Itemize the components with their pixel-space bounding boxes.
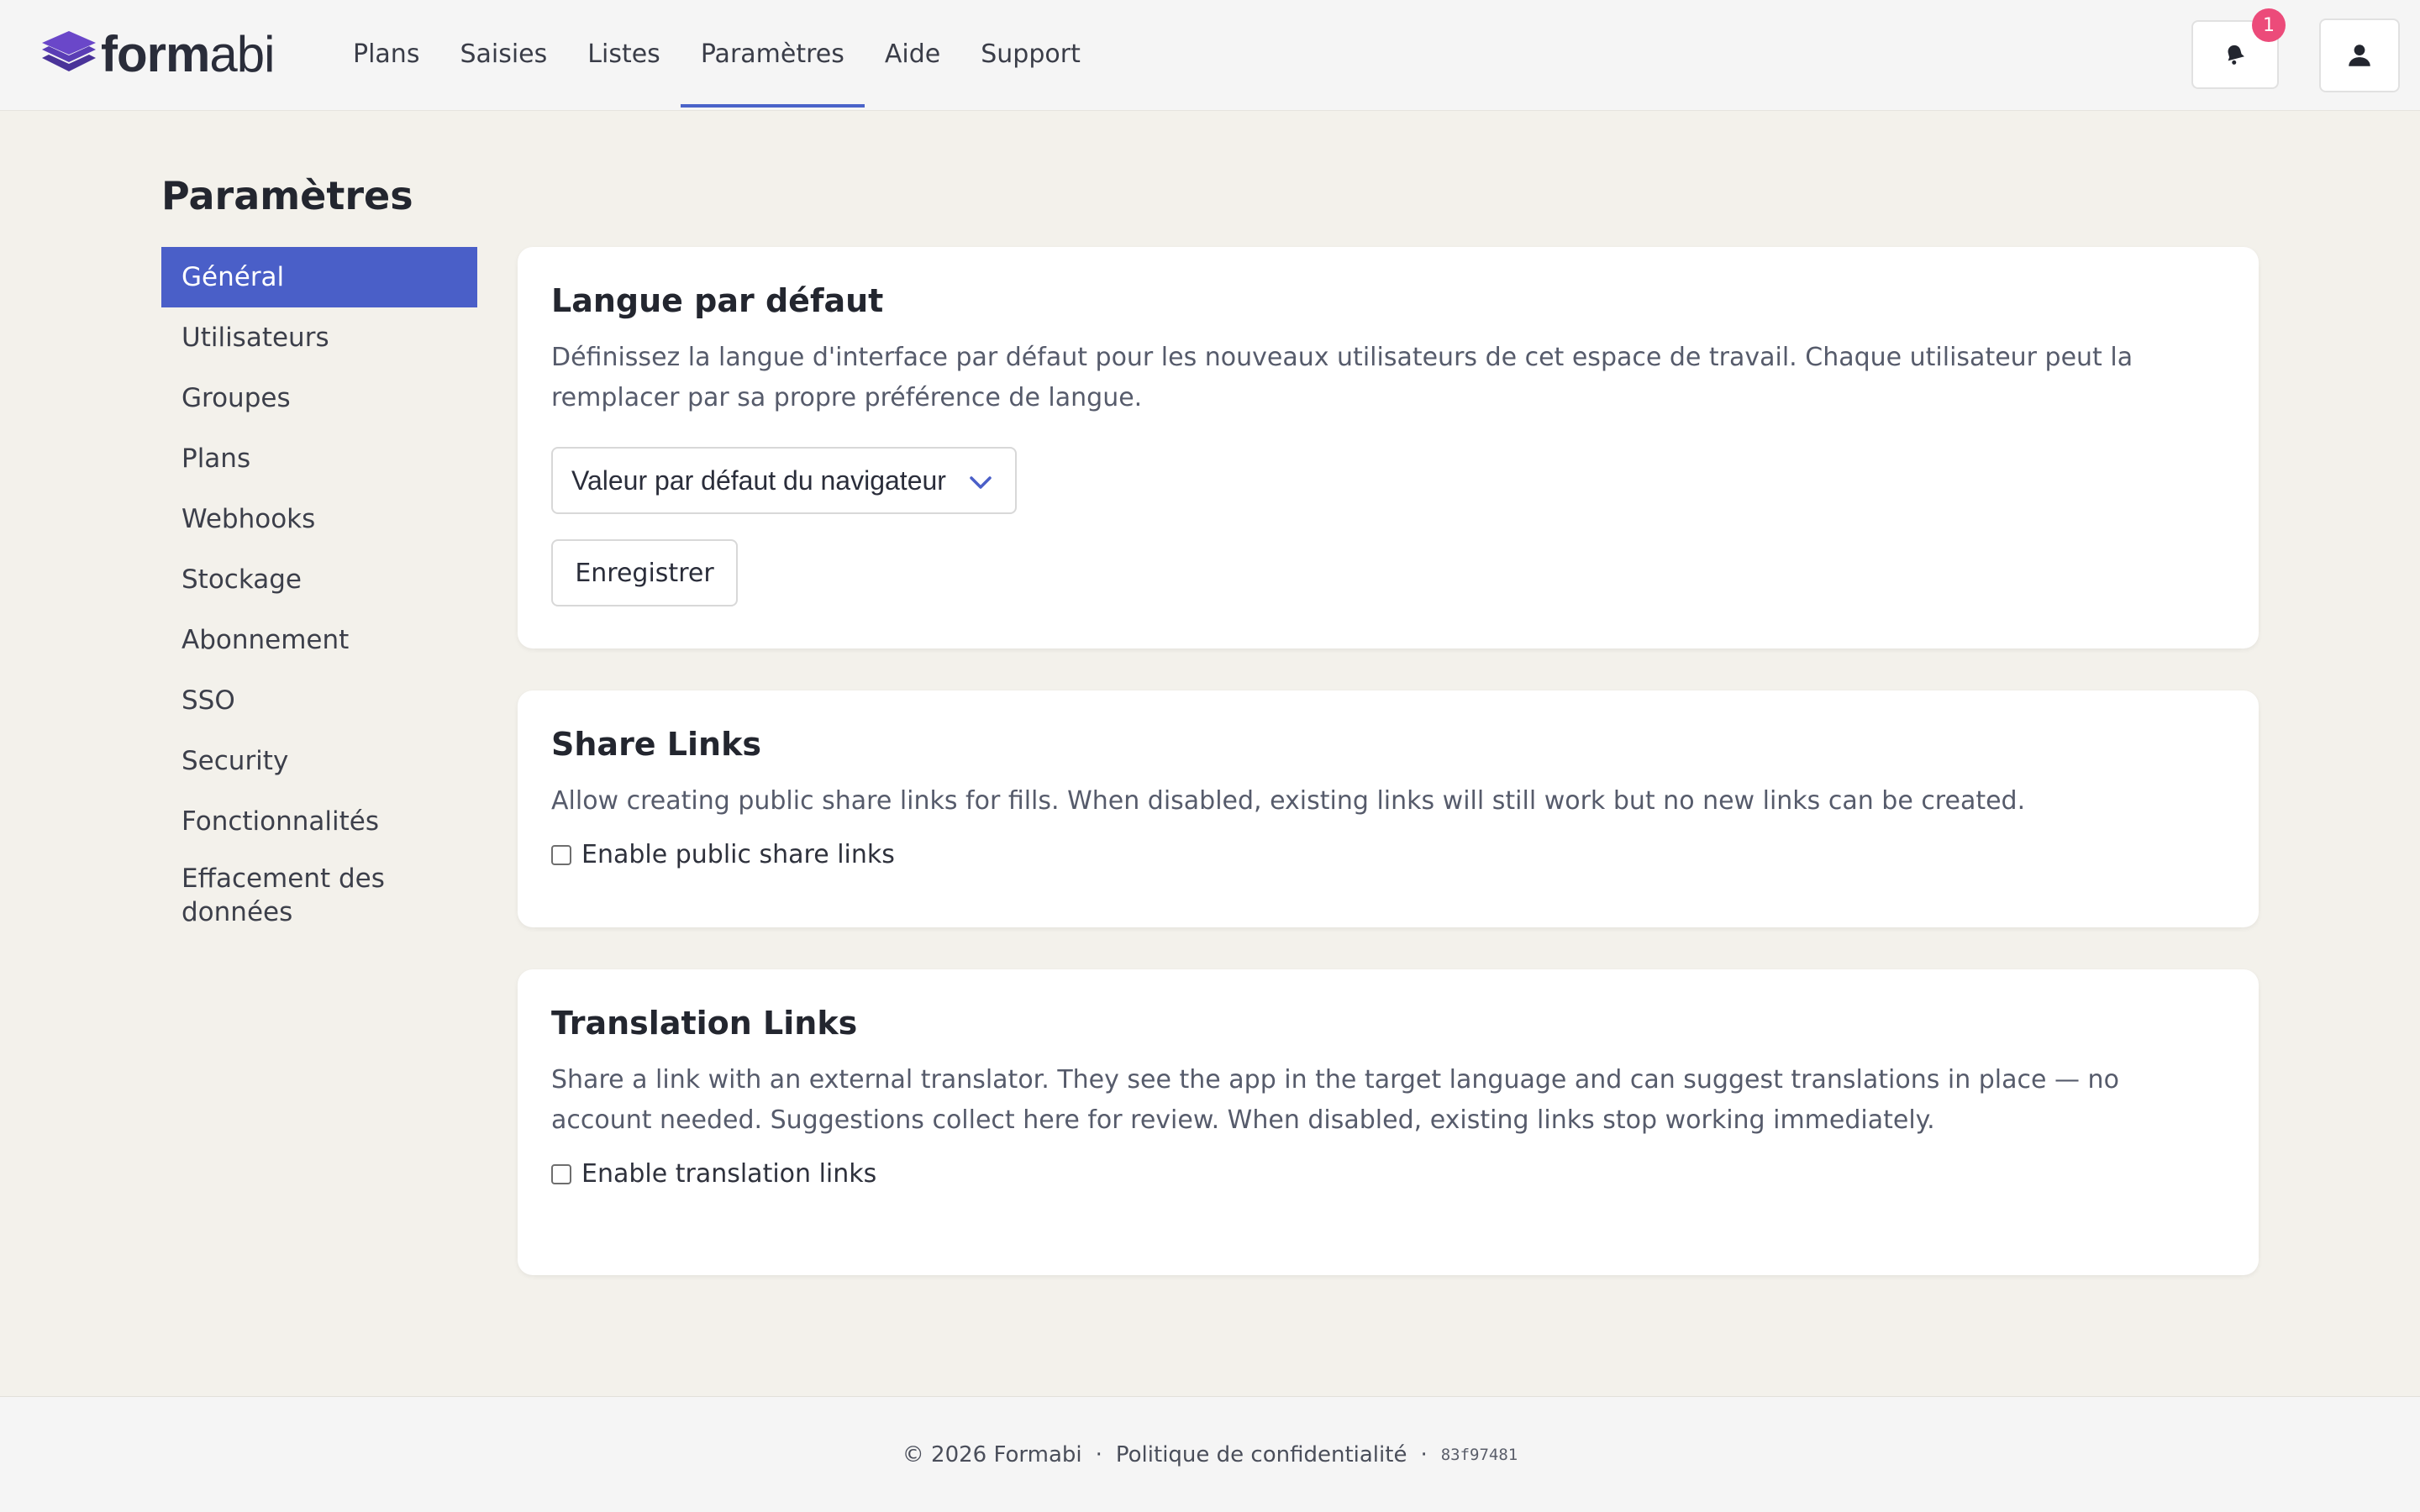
settings-sidebar: Général Utilisateurs Groupes Plans Webho…	[161, 247, 477, 929]
user-icon	[2349, 45, 2370, 66]
nav-support[interactable]: Support	[960, 0, 1101, 108]
language-select[interactable]: Valeur par défaut du navigateur	[551, 447, 1017, 514]
share-links-option[interactable]: Enable public share links	[551, 840, 2225, 869]
default-language-card: Langue par défaut Définissez la langue d…	[518, 247, 2259, 648]
copyright-text: © 2026 Formabi	[902, 1441, 1082, 1467]
sidebar-item-utilisateurs[interactable]: Utilisateurs	[161, 307, 477, 368]
language-select-value: Valeur par défaut du navigateur	[571, 465, 946, 496]
sidebar-item-abonnement[interactable]: Abonnement	[161, 610, 477, 670]
card-title: Translation Links	[551, 1005, 858, 1042]
card-title: Langue par défaut	[551, 282, 884, 319]
card-description: Allow creating public share links for fi…	[551, 786, 2026, 816]
brand-name: formabi	[101, 26, 275, 82]
footer: © 2026 Formabi · Politique de confidenti…	[0, 1396, 2420, 1512]
footer-separator: ·	[1095, 1441, 1102, 1467]
nav-saisies[interactable]: Saisies	[439, 0, 567, 108]
main-nav: Plans Saisies Listes Paramètres Aide Sup…	[333, 0, 1101, 111]
sidebar-item-label-line2: données	[182, 897, 293, 927]
nav-aide[interactable]: Aide	[865, 0, 960, 108]
sidebar-item-fonctionnalites[interactable]: Fonctionnalités	[161, 791, 477, 852]
sidebar-item-effacement-donnees[interactable]: Effacement des données	[161, 852, 477, 929]
translation-links-checkbox[interactable]	[551, 1163, 571, 1184]
translation-links-option[interactable]: Enable translation links	[551, 1159, 2225, 1189]
share-links-card: Share Links Allow creating public share …	[518, 690, 2259, 927]
share-links-checkbox-label[interactable]: Enable public share links	[581, 840, 895, 869]
footer-separator: ·	[1420, 1441, 1428, 1467]
top-navbar: formabi Plans Saisies Listes Paramètres …	[0, 0, 2420, 111]
sidebar-item-label-line1: Effacement des	[182, 864, 385, 894]
card-description: Définissez la langue d'interface par déf…	[551, 343, 2133, 412]
nav-parametres[interactable]: Paramètres	[680, 0, 865, 108]
card-title: Share Links	[551, 726, 761, 763]
formabi-logo[interactable]: formabi	[39, 25, 275, 84]
notification-badge: 1	[2252, 8, 2286, 42]
bell-icon	[2228, 45, 2244, 65]
sidebar-item-groupes[interactable]: Groupes	[161, 368, 477, 428]
privacy-policy-link[interactable]: Politique de confidentialité	[1116, 1442, 1407, 1467]
sidebar-item-webhooks[interactable]: Webhooks	[161, 489, 477, 549]
sidebar-item-security[interactable]: Security	[161, 731, 477, 791]
user-menu-button[interactable]	[2319, 18, 2400, 92]
nav-listes[interactable]: Listes	[567, 0, 681, 108]
layers-logo-icon	[42, 31, 96, 71]
share-links-checkbox[interactable]	[551, 844, 571, 865]
sidebar-item-general[interactable]: Général	[161, 247, 477, 307]
sidebar-item-sso[interactable]: SSO	[161, 670, 477, 731]
notifications-button[interactable]: 1	[2191, 8, 2286, 89]
nav-plans[interactable]: Plans	[333, 0, 439, 108]
translation-links-card: Translation Links Share a link with an e…	[518, 969, 2259, 1275]
chevron-down-icon	[970, 476, 992, 489]
page-title: Paramètres	[161, 173, 413, 218]
sidebar-item-plans[interactable]: Plans	[161, 428, 477, 489]
build-hash: 83f97481	[1440, 1445, 1518, 1464]
save-button[interactable]: Enregistrer	[551, 539, 738, 606]
sidebar-item-stockage[interactable]: Stockage	[161, 549, 477, 610]
translation-links-checkbox-label[interactable]: Enable translation links	[581, 1159, 876, 1189]
card-description: Share a link with an external translator…	[551, 1065, 2119, 1135]
